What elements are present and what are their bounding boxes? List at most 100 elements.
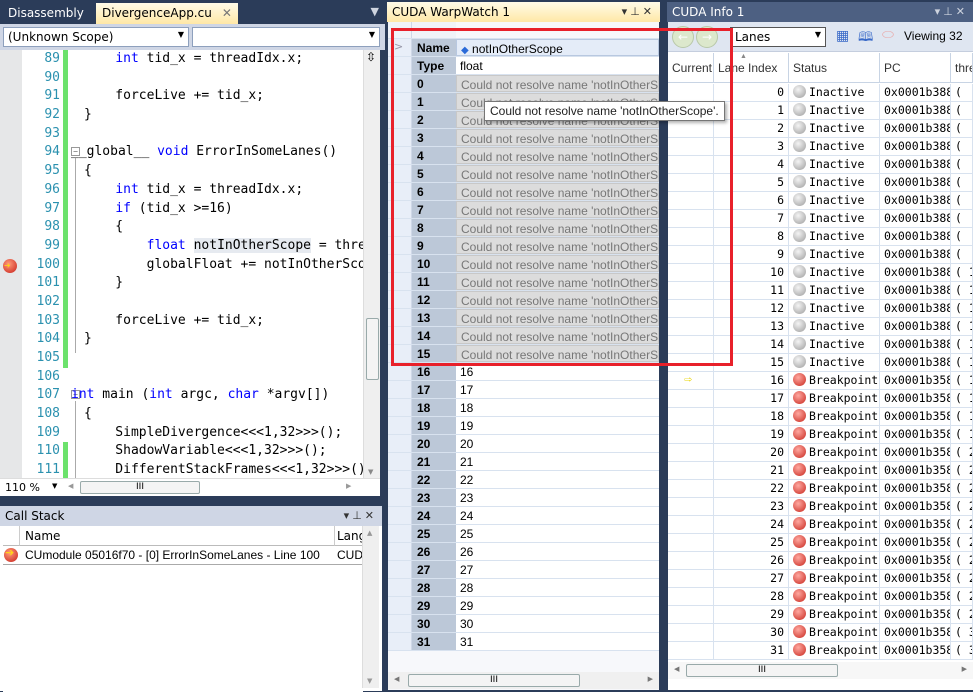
row-selector[interactable] (388, 471, 412, 488)
lane-value[interactable]: 21 (456, 453, 659, 470)
dropdown-icon[interactable]: ▾ (344, 509, 353, 522)
row-selector[interactable] (388, 489, 412, 506)
lane-row[interactable]: 22 22 (388, 471, 659, 489)
lane-row[interactable]: 21 21 (388, 453, 659, 471)
code-line[interactable]: 107− int main (int argc, char *argv[]) (0, 386, 380, 405)
lane-row[interactable]: 22 Breakpoint0x0001b358( 2 (668, 480, 973, 498)
code-line[interactable]: 111 DifferentStackFrames<<<1,32>>>() (0, 461, 380, 478)
row-selector[interactable] (388, 597, 412, 614)
lane-value[interactable]: 25 (456, 525, 659, 542)
row-selector[interactable] (388, 543, 412, 560)
lane-value[interactable]: 24 (456, 507, 659, 524)
lane-value[interactable]: 22 (456, 471, 659, 488)
code-line[interactable]: 104} (0, 330, 380, 349)
lane-row[interactable]: 26 Breakpoint0x0001b358( 2 (668, 552, 973, 570)
horizontal-scroll-thumb[interactable]: III (686, 664, 838, 677)
lane-value[interactable]: 17 (456, 381, 659, 398)
lane-row[interactable]: 19 19 (388, 417, 659, 435)
tab-divergenceapp[interactable]: DivergenceApp.cu ✕ (96, 3, 238, 24)
lane-row[interactable]: 27 27 (388, 561, 659, 579)
book-icon[interactable]: 🕮 (858, 28, 873, 50)
scope-dropdown[interactable]: (Unknown Scope) ▼ (3, 27, 189, 47)
code-line[interactable]: 102 (0, 292, 380, 312)
code-line[interactable]: 108 { (0, 405, 380, 424)
code-line[interactable]: 99 float notInOtherScope = thre (0, 236, 380, 256)
code-line[interactable]: 106 (0, 368, 380, 387)
call-stack-row[interactable]: CUmodule 05016f70 - [0] ErrorInSomeLanes… (3, 546, 363, 565)
row-selector[interactable] (388, 525, 412, 542)
lane-value[interactable]: 31 (456, 633, 659, 650)
code-line[interactable]: 95 { (0, 162, 380, 181)
horizontal-scrollbar[interactable]: ◀ III ▶ (388, 672, 659, 689)
lane-value[interactable]: 20 (456, 435, 659, 452)
lane-row[interactable]: 28 Breakpoint0x0001b358( 2 (668, 588, 973, 606)
column-header-status[interactable]: Status (789, 53, 880, 83)
code-line[interactable]: 89 int tid_x = threadIdx.x; (0, 50, 380, 69)
dropdown-icon[interactable]: ▾ (935, 5, 944, 18)
lane-value[interactable]: 28 (456, 579, 659, 596)
lane-value[interactable]: 30 (456, 615, 659, 632)
vertical-scrollbar[interactable]: ▲ ▼ (362, 526, 379, 688)
code-line[interactable]: 105 (0, 349, 380, 368)
code-line[interactable]: 101 } (0, 274, 380, 293)
lane-row[interactable]: 17 Breakpoint0x0001b358( 1 (668, 390, 973, 408)
lane-row[interactable]: 21 Breakpoint0x0001b358( 2 (668, 462, 973, 480)
row-selector[interactable] (388, 579, 412, 596)
close-icon[interactable]: ✕ (222, 6, 232, 20)
tab-disassembly[interactable]: Disassembly (2, 3, 90, 24)
split-icon[interactable]: ⇳ (366, 50, 376, 64)
member-dropdown[interactable]: ▼ (192, 27, 380, 47)
lane-row[interactable]: 18 Breakpoint0x0001b358( 1 (668, 408, 973, 426)
column-header-name[interactable]: Name (20, 526, 335, 546)
dropdown-icon[interactable]: ▾ (622, 5, 631, 18)
close-icon[interactable]: ✕ (956, 5, 968, 18)
scroll-left-icon[interactable]: ◀ (68, 482, 73, 490)
tab-menu-icon[interactable]: ▼ (371, 5, 379, 18)
lane-row[interactable]: 31 31 (388, 633, 659, 651)
code-line[interactable]: 97 if (tid_x >=16) (0, 199, 380, 219)
lane-row[interactable]: 26 26 (388, 543, 659, 561)
grid-view-icon[interactable]: ▦ (836, 28, 849, 44)
scroll-thumb[interactable] (366, 318, 379, 380)
scroll-down-icon[interactable]: ▼ (368, 468, 373, 476)
vertical-scrollbar[interactable]: ⇳ ▼ (363, 50, 380, 478)
lane-row[interactable]: 27 Breakpoint0x0001b358( 2 (668, 570, 973, 588)
horizontal-scroll-thumb[interactable]: III (408, 674, 580, 687)
close-icon[interactable]: ✕ (365, 509, 377, 522)
lane-row[interactable]: 30 Breakpoint0x0001b358( 3 (668, 624, 973, 642)
code-line[interactable]: 110 ShadowVariable<<<1,32>>>(); (0, 442, 380, 462)
eraser-icon[interactable]: ⬭ (882, 27, 894, 43)
code-line[interactable]: 98 { (0, 218, 380, 237)
column-header-lang[interactable]: Lang (335, 526, 363, 546)
lane-row[interactable]: 24 Breakpoint0x0001b358( 2 (668, 516, 973, 534)
lane-row[interactable]: 31 Breakpoint0x0001b358( 3 (668, 642, 973, 660)
horizontal-scroll-thumb[interactable]: III (80, 481, 200, 494)
lane-row[interactable]: 30 30 (388, 615, 659, 633)
code-line[interactable]: 93 (0, 124, 380, 144)
code-line[interactable]: 96 int tid_x = threadIdx.x; (0, 180, 380, 200)
lane-value[interactable]: 23 (456, 489, 659, 506)
lane-row[interactable]: 29 29 (388, 597, 659, 615)
lane-row[interactable]: 17 17 (388, 381, 659, 399)
lane-value[interactable]: 19 (456, 417, 659, 434)
close-icon[interactable]: ✕ (643, 5, 655, 18)
pin-icon[interactable]: ⊥ (352, 509, 365, 522)
row-selector[interactable] (388, 615, 412, 632)
lane-row[interactable]: 18 18 (388, 399, 659, 417)
lane-value[interactable]: 18 (456, 399, 659, 416)
zoom-dropdown-icon[interactable]: ▼ (52, 482, 57, 490)
code-line[interactable]: 103 forceLive += tid_x; (0, 311, 380, 331)
scroll-right-icon[interactable]: ▶ (346, 482, 351, 490)
scroll-up-icon[interactable]: ▲ (367, 529, 372, 537)
lane-row[interactable]: ⇨ 16 Breakpoint0x0001b358( 1 (668, 372, 973, 390)
horizontal-scrollbar[interactable]: ◀ III ▶ (668, 662, 973, 679)
code-line[interactable]: 109 SimpleDivergence<<<1,32>>>(); (0, 424, 380, 443)
lane-row[interactable]: 23 23 (388, 489, 659, 507)
row-selector[interactable] (388, 381, 412, 398)
code-line[interactable]: 100 globalFloat += notInOtherSco (0, 255, 380, 275)
lane-row[interactable]: 20 20 (388, 435, 659, 453)
lane-row[interactable]: 19 Breakpoint0x0001b358( 1 (668, 426, 973, 444)
lane-row[interactable]: 23 Breakpoint0x0001b358( 2 (668, 498, 973, 516)
column-header-pc[interactable]: PC (880, 53, 951, 83)
pin-icon[interactable]: ⊥ (630, 5, 643, 18)
